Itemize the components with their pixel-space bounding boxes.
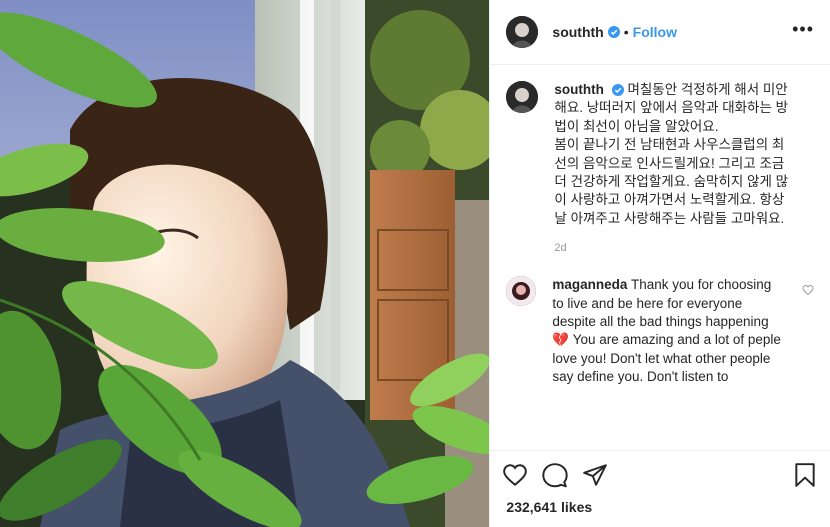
author-username[interactable]: southth xyxy=(552,24,603,40)
commenter-avatar[interactable] xyxy=(506,276,537,307)
heart-icon[interactable] xyxy=(502,462,528,488)
comments-list[interactable]: southth 며칠동안 걱정하게 해서 미안해요. 낭떠러지 앞에서 음악과 … xyxy=(490,65,830,450)
verified-badge-icon xyxy=(611,84,624,97)
likes-count[interactable]: 232,641 likes xyxy=(490,499,830,527)
author-avatar[interactable] xyxy=(506,16,539,48)
share-icon[interactable] xyxy=(582,462,608,488)
more-options-icon[interactable]: ••• xyxy=(792,20,814,38)
post-side-panel: southth • Follow ••• southth 며칠동안 걱정하게 해… xyxy=(489,0,830,527)
bookmark-icon[interactable] xyxy=(792,462,818,488)
comment-text: Thank you for choosing to live and be he… xyxy=(552,277,781,385)
likes-number: 232,641 xyxy=(506,499,558,515)
follow-button[interactable]: Follow xyxy=(633,24,677,40)
comment-icon[interactable] xyxy=(542,462,569,488)
instagram-post-view: southth • Follow ••• southth 며칠동안 걱정하게 해… xyxy=(0,0,830,527)
post-header: southth • Follow ••• xyxy=(490,0,830,65)
likes-label: likes xyxy=(561,499,593,515)
caption-entry: southth 며칠동안 걱정하게 해서 미안해요. 낭떠러지 앞에서 음악과 … xyxy=(506,81,814,228)
verified-badge-icon xyxy=(607,26,620,38)
heart-small-icon[interactable] xyxy=(802,284,814,296)
caption-text-block: southth 며칠동안 걱정하게 해서 미안해요. 낭떠러지 앞에서 음악과 … xyxy=(554,81,794,228)
caption-text: 며칠동안 걱정하게 해서 미안해요. 낭떠러지 앞에서 음악과 대화하는 방법이… xyxy=(554,82,789,226)
post-time[interactable]: 2d xyxy=(554,242,814,254)
post-photo[interactable] xyxy=(0,0,490,527)
comment-item: maganneda Thank you for choosing to live… xyxy=(506,276,814,386)
caption-username[interactable]: southth xyxy=(554,82,604,97)
header-separator: • xyxy=(623,24,629,40)
comment-text-block: maganneda Thank you for choosing to live… xyxy=(552,276,782,386)
post-actions xyxy=(490,450,830,499)
caption-avatar[interactable] xyxy=(506,81,539,113)
post-image xyxy=(0,0,490,527)
comment-username[interactable]: maganneda xyxy=(552,277,627,292)
